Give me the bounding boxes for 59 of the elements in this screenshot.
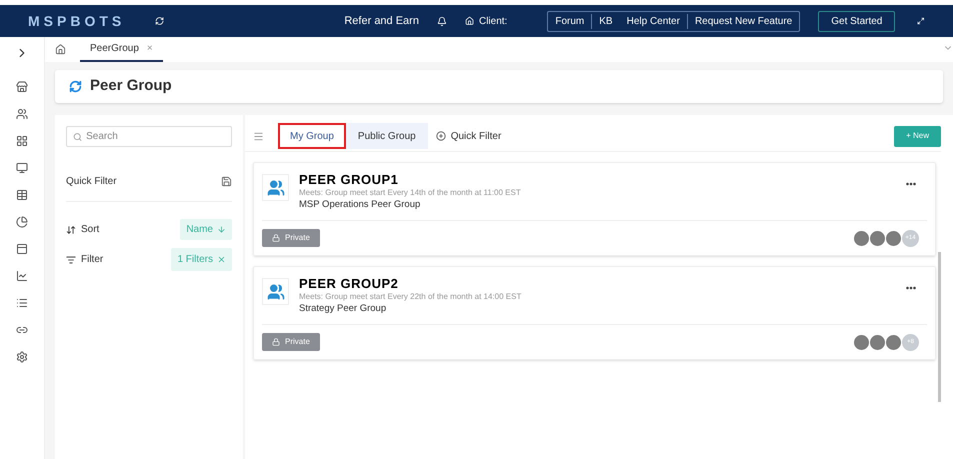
view-tab[interactable]: Public Group [346,123,428,149]
store-icon[interactable] [16,81,28,93]
users-icon[interactable] [16,108,28,120]
search-field[interactable]: Search [86,129,225,144]
nav-link[interactable]: KB [592,14,620,28]
meeting-schedule: Meets: Group meet start Every 14th of the month at 11:00 EST [299,187,521,198]
scrollbar[interactable] [938,252,941,402]
settings-icon[interactable] [16,351,28,363]
filter-icon [66,254,76,264]
monitor-icon[interactable] [16,162,28,174]
refer-link[interactable]: Refer and Earn [344,12,419,30]
nav-link[interactable]: Help Center [620,14,688,28]
fullscreen-icon[interactable] [917,16,925,26]
panel-icon[interactable] [16,243,28,255]
page-tab[interactable]: PeerGroup × [80,37,163,62]
pie-chart-icon[interactable] [16,216,28,228]
refresh-icon[interactable] [155,15,164,27]
group-description: Strategy Peer Group [299,302,388,316]
table-icon[interactable] [16,189,28,201]
group-description: MSP Operations Peer Group [299,198,422,212]
grid-icon[interactable] [16,135,28,147]
member-avatar [885,230,902,246]
lock-icon [272,338,280,346]
get-started-button[interactable]: Get Started [818,10,896,32]
line-chart-icon[interactable] [16,270,28,282]
logo[interactable]: MSPBOTS [28,10,126,32]
nav-link[interactable]: Forum [548,14,592,28]
home-icon [464,15,474,27]
view-tab[interactable]: My Group [278,123,346,149]
menu-icon[interactable] [253,130,264,142]
add-circle-icon [436,131,446,141]
meeting-schedule: Meets: Group meet start Every 22th of the month at 14:00 EST [299,291,522,302]
search-icon [73,132,82,142]
users-icon [266,178,284,196]
users-icon [266,282,284,300]
privacy-tag: Private [262,229,320,247]
member-avatar [869,230,886,246]
quick-filter-label: Quick Filter [66,175,117,189]
home-icon[interactable] [55,44,66,55]
member-avatar [853,334,870,350]
group-name: PEER GROUP1 [299,172,400,187]
client-label[interactable]: Client: [478,14,508,28]
link-icon[interactable] [16,324,28,336]
arrow-down-icon [217,225,226,234]
lock-icon [272,234,280,242]
quick-filter-link[interactable]: Quick Filter [450,128,502,144]
search-box[interactable]: Search [66,126,232,147]
sort-label: Sort [81,223,100,237]
save-icon[interactable] [221,176,232,187]
notification-icon[interactable] [436,14,447,28]
group-name: PEER GROUP2 [299,276,400,291]
nav-link[interactable]: Request New Feature [688,14,800,28]
sort-icon [66,224,76,234]
page-title: Peer Group [90,76,172,96]
member-avatar [853,230,870,246]
member-avatar [869,334,886,350]
privacy-tag: Private [262,333,320,351]
member-avatar [885,334,902,350]
filter-label: Filter [81,253,104,267]
